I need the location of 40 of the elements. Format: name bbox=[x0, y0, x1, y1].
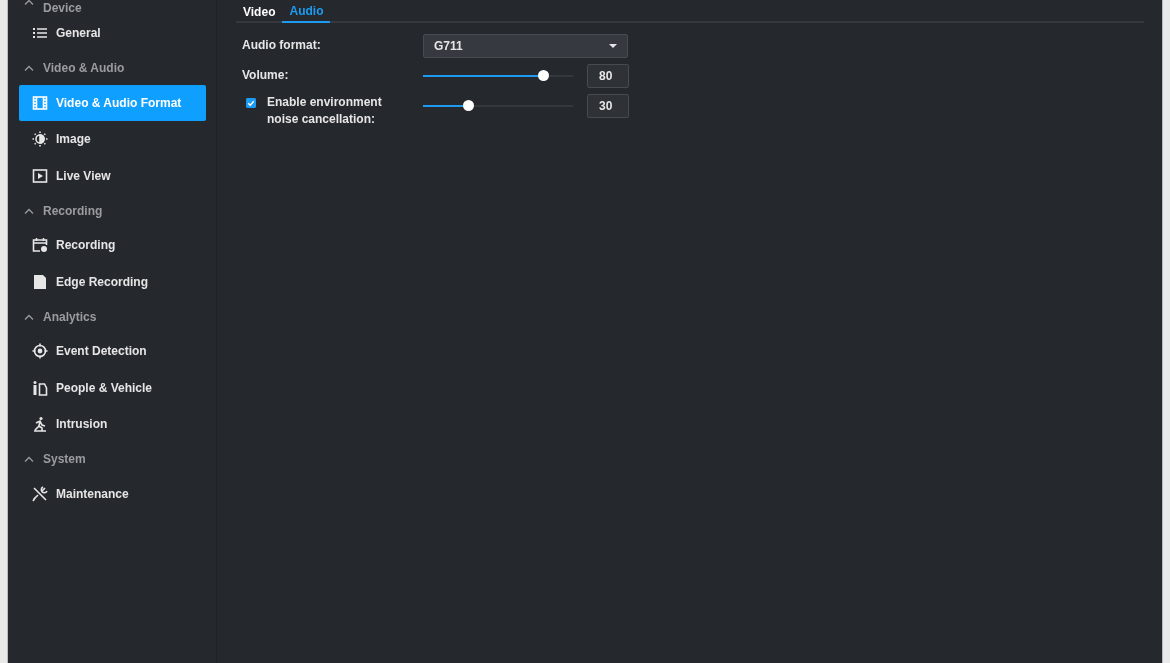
slider-thumb[interactable] bbox=[463, 100, 474, 111]
sidebar-item[interactable]: Live View bbox=[19, 157, 206, 194]
dropdown[interactable]: G711 bbox=[423, 34, 628, 58]
sidebar-item[interactable]: Edge Recording bbox=[19, 263, 206, 300]
sidebar-item[interactable]: General bbox=[19, 15, 206, 52]
number-field[interactable]: 80 bbox=[587, 64, 629, 88]
setting-label: Enable environment noise cancellation: bbox=[267, 94, 383, 128]
caret-icon[interactable] bbox=[24, 456, 34, 462]
person-vehicle-icon bbox=[32, 379, 48, 396]
caret-icon[interactable] bbox=[24, 65, 34, 71]
running-person-icon bbox=[32, 416, 48, 433]
caret-icon[interactable] bbox=[24, 313, 34, 320]
caret-icon[interactable] bbox=[24, 207, 34, 214]
tab[interactable]: Audio bbox=[282, 0, 331, 23]
sidebar-item[interactable]: Recording bbox=[19, 227, 206, 264]
brightness-icon bbox=[32, 131, 48, 148]
setting-label: Audio format: bbox=[242, 38, 321, 52]
crosshair-icon bbox=[32, 343, 48, 360]
play-icon bbox=[32, 167, 48, 184]
caret-icon[interactable] bbox=[24, 0, 34, 5]
section-title: Video & Audio bbox=[43, 60, 125, 77]
sidebar-item[interactable]: People & Vehicle bbox=[19, 369, 206, 406]
caret-icon bbox=[609, 44, 617, 48]
tab[interactable]: Video bbox=[236, 0, 283, 23]
section-title: Analytics bbox=[43, 308, 97, 326]
sidebar-item[interactable]: Image bbox=[19, 121, 206, 158]
sidebar-item[interactable]: Event Detection bbox=[19, 333, 206, 370]
section-title: System bbox=[43, 451, 86, 468]
slider-thumb[interactable] bbox=[538, 70, 549, 81]
sd-card-icon bbox=[32, 273, 48, 290]
tools-icon bbox=[32, 485, 48, 502]
number-field[interactable]: 30 bbox=[587, 94, 629, 118]
sidebar-item[interactable]: Maintenance bbox=[19, 475, 206, 512]
film-icon bbox=[32, 94, 48, 111]
checkbox[interactable] bbox=[246, 98, 256, 108]
calendar-clock-icon bbox=[32, 237, 48, 254]
sidebar-item[interactable]: Intrusion bbox=[19, 406, 206, 443]
section-title: Recording bbox=[43, 202, 103, 220]
setting-label: Volume: bbox=[242, 68, 289, 82]
section-title: Device bbox=[43, 0, 82, 17]
